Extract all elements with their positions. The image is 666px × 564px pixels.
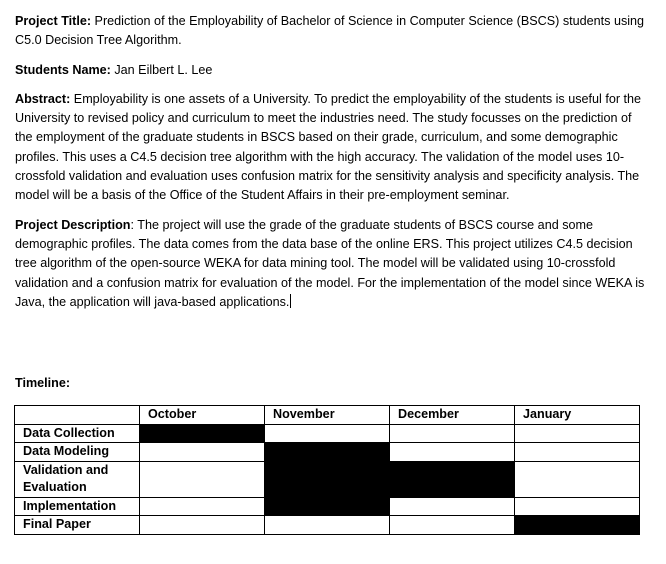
- schedule-cell: [389, 442, 515, 462]
- timeline-header-row: October November December January: [14, 405, 640, 425]
- table-row: Data Collection: [14, 423, 640, 443]
- schedule-cell: [514, 423, 640, 443]
- timeline-corner-cell: [14, 405, 140, 425]
- table-row: Data Modeling: [14, 442, 640, 462]
- text-cursor: [290, 293, 292, 308]
- schedule-cell: [389, 460, 515, 498]
- abstract-label: Abstract:: [15, 91, 71, 106]
- schedule-cell: [264, 496, 390, 516]
- abstract-text: Employability is one assets of a Univers…: [15, 91, 642, 203]
- timeline-body: Data Collection Data Modeling Validation…: [14, 423, 640, 535]
- task-label: Implementation: [14, 496, 140, 516]
- table-row: Implementation: [14, 496, 640, 516]
- schedule-cell: [139, 515, 265, 535]
- schedule-cell: [389, 515, 515, 535]
- schedule-cell: [264, 442, 390, 462]
- schedule-cell: [514, 496, 640, 516]
- timeline-table: October November December January Data C…: [14, 405, 640, 535]
- schedule-cell: [514, 515, 640, 535]
- project-title-paragraph: Project Title: Prediction of the Employa…: [15, 12, 645, 51]
- schedule-cell: [389, 423, 515, 443]
- task-label: Data Modeling: [14, 442, 140, 462]
- project-title-label: Project Title:: [15, 14, 92, 28]
- task-label: Validation and Evaluation: [14, 460, 140, 498]
- schedule-cell: [264, 515, 390, 535]
- schedule-cell: [139, 460, 265, 498]
- schedule-cell: [514, 460, 640, 498]
- students-name-text: Jan Eilbert L. Lee: [110, 62, 213, 77]
- students-name-label: Students Name:: [15, 62, 111, 77]
- students-name-paragraph: Students Name: Jan Eilbert L. Lee: [15, 61, 645, 80]
- schedule-cell: [139, 442, 265, 462]
- task-label: Data Collection: [14, 423, 140, 443]
- schedule-cell: [139, 496, 265, 516]
- schedule-cell: [389, 496, 515, 516]
- month-header: December: [389, 405, 515, 425]
- month-header: January: [514, 405, 640, 425]
- month-header: October: [139, 405, 265, 425]
- abstract-paragraph: Abstract: Employability is one assets of…: [15, 90, 645, 206]
- document-body: Project Title: Prediction of the Employa…: [15, 12, 645, 322]
- schedule-cell: [264, 423, 390, 443]
- project-description-paragraph[interactable]: Project Description: The project will us…: [15, 216, 645, 312]
- task-label: Final Paper: [14, 515, 140, 535]
- table-row: Validation and Evaluation: [14, 460, 640, 498]
- project-description-label: Project Description: [15, 217, 131, 232]
- schedule-cell: [264, 460, 390, 498]
- project-title-text: Prediction of the Employability of Bache…: [15, 14, 645, 48]
- schedule-cell: [514, 442, 640, 462]
- schedule-cell: [139, 423, 265, 443]
- table-row: Final Paper: [14, 515, 640, 535]
- month-header: November: [264, 405, 390, 425]
- timeline-heading: Timeline:: [15, 376, 71, 390]
